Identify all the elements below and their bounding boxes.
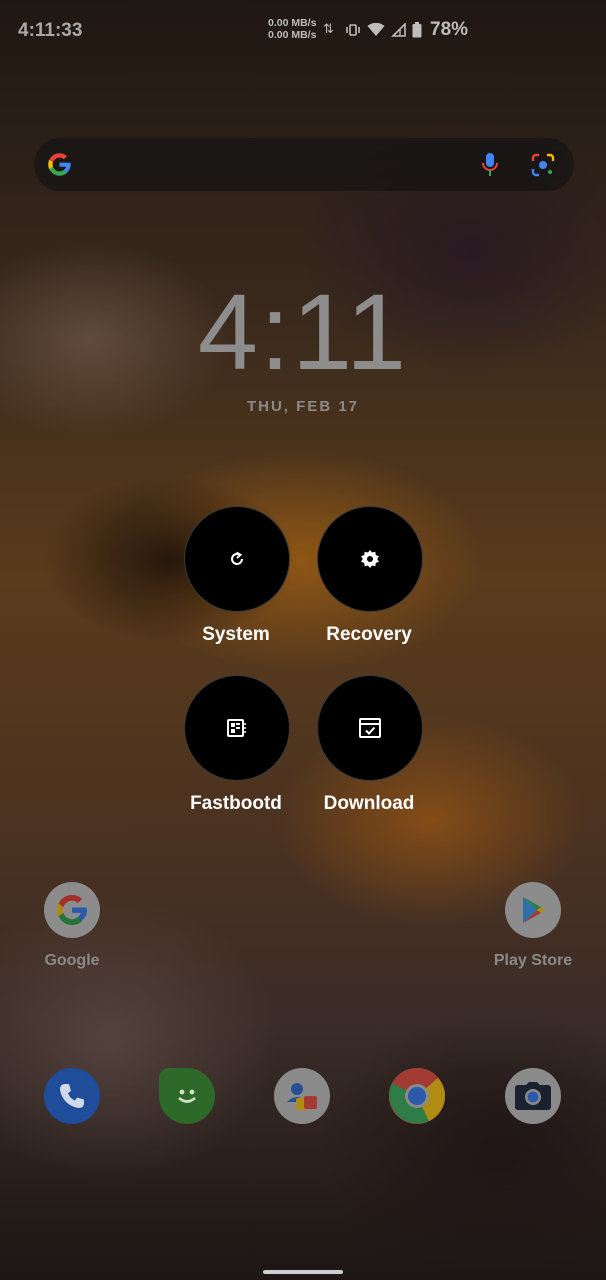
reboot-download-label: Download [323, 793, 415, 814]
gesture-navigation-handle[interactable] [263, 1270, 343, 1274]
status-bar: 4:11:33 0.00 MB/s 0.00 MB/s ⇅ 78% [0, 0, 606, 60]
contacts-icon [287, 1083, 317, 1110]
search-input[interactable] [84, 148, 498, 183]
phone-app-icon[interactable] [44, 1068, 100, 1124]
google-app-icon[interactable] [44, 882, 100, 938]
clock-widget-date[interactable]: THU, FEB 17 [0, 398, 606, 415]
play-store-icon [523, 897, 545, 923]
google-lens-icon[interactable] [530, 152, 556, 178]
reboot-system-button[interactable] [184, 506, 290, 612]
google-g-icon [48, 153, 71, 176]
chrome-app-icon[interactable] [389, 1068, 445, 1124]
search-bar[interactable] [34, 138, 574, 191]
google-app-label[interactable]: Google [12, 952, 132, 970]
download-window-icon [359, 718, 381, 738]
network-speed-down: 0.00 MB/s [268, 29, 317, 41]
google-g-icon [57, 895, 87, 925]
memory-chip-icon [227, 719, 246, 737]
reboot-fastbootd-button[interactable] [184, 675, 290, 781]
chrome-icon [389, 1068, 445, 1124]
microphone-icon[interactable] [480, 152, 500, 178]
status-time: 4:11:33 [18, 20, 83, 41]
camera-icon [515, 1082, 551, 1110]
clock-widget-time[interactable]: 4:11 [0, 272, 606, 392]
network-speed: 0.00 MB/s 0.00 MB/s [268, 17, 316, 41]
reboot-recovery-label: Recovery [326, 624, 412, 645]
gear-icon [361, 550, 379, 568]
play-store-app-label[interactable]: Play Store [473, 952, 593, 970]
battery-icon [412, 22, 422, 38]
phone-icon [60, 1084, 84, 1108]
wifi-icon [367, 23, 385, 36]
cellular-signal-icon [391, 23, 406, 37]
reboot-download-button[interactable] [317, 675, 423, 781]
data-activity-icon: ⇅ [323, 21, 334, 36]
play-store-app-icon[interactable] [505, 882, 561, 938]
network-speed-up: 0.00 MB/s [268, 17, 317, 29]
messages-app-icon[interactable] [159, 1068, 215, 1124]
restart-icon [231, 551, 243, 565]
battery-percentage: 78% [430, 19, 469, 40]
messages-icon [178, 1089, 196, 1103]
camera-app-icon[interactable] [505, 1068, 561, 1124]
status-icons: 78% [345, 19, 468, 41]
contacts-app-icon[interactable] [274, 1068, 330, 1124]
vibrate-icon [346, 24, 360, 36]
reboot-recovery-button[interactable] [317, 506, 423, 612]
